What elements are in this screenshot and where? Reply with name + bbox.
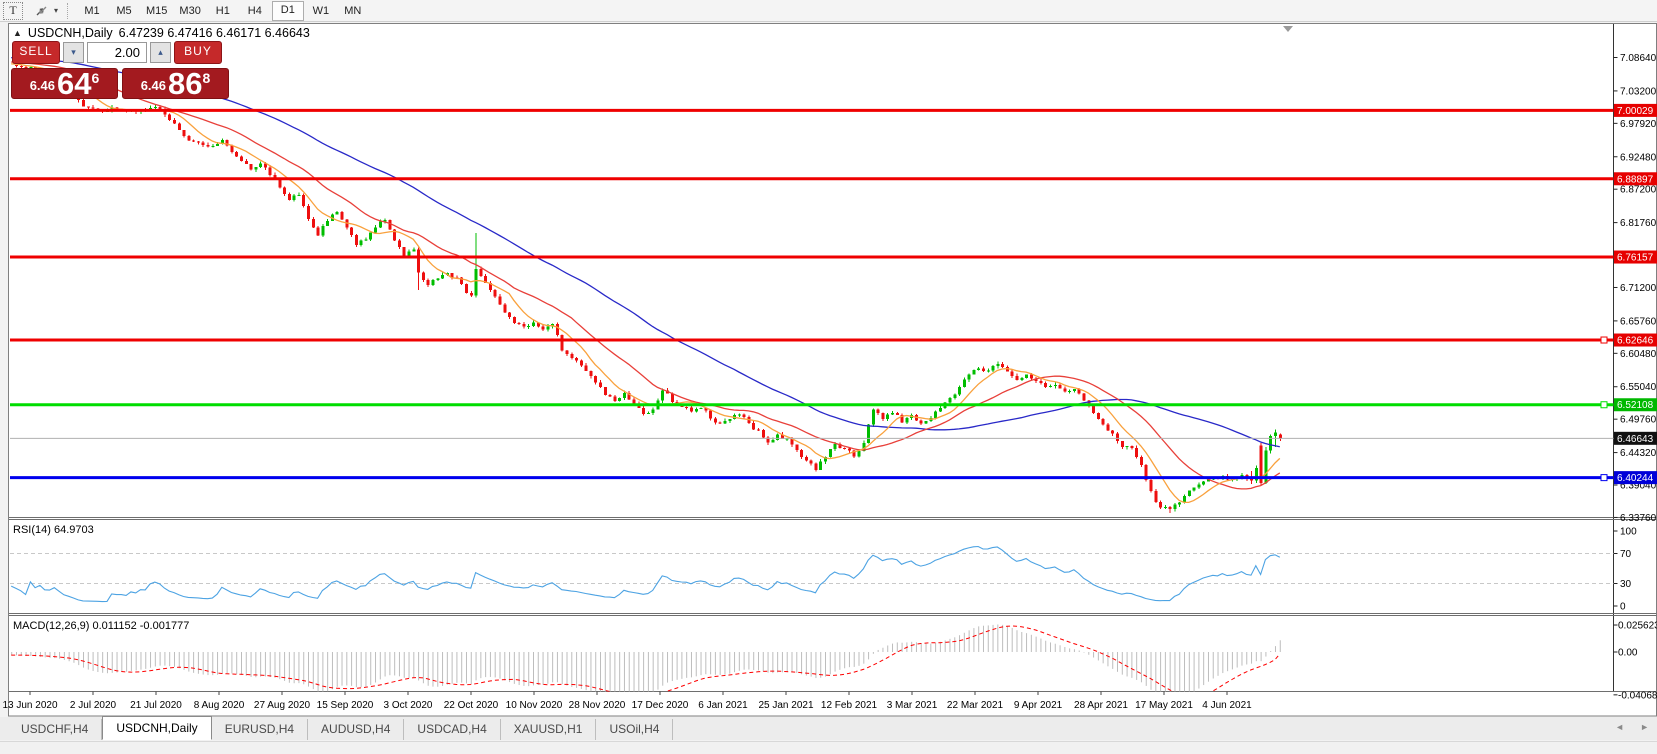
time-axis-label: 28 Nov 2020 — [569, 700, 626, 711]
volume-increase-button[interactable]: ▴ — [150, 42, 171, 63]
chart-tab-bar: USDCHF,H4 USDCNH,Daily EURUSD,H4 AUDUSD,… — [0, 717, 1657, 740]
rsi-axis-label: 70 — [1620, 549, 1632, 560]
sell-price-pip: 6 — [92, 70, 100, 86]
time-axis-label: 28 Apr 2021 — [1074, 700, 1128, 711]
tab-xauusd-h1[interactable]: XAUUSD,H1 — [501, 719, 597, 740]
time-axis-label: 17 May 2021 — [1135, 700, 1193, 711]
time-axis-label: 4 Jun 2021 — [1202, 700, 1252, 711]
chart-canvas[interactable]: 7.08640 7.03200 6.97920 6.92480 6.87200 6.817… — [0, 0, 1657, 753]
macd-axis-label: -0.040687 — [1618, 690, 1657, 701]
time-axis-label: 10 Nov 2020 — [506, 700, 563, 711]
time-axis-label: 8 Aug 2020 — [194, 700, 245, 711]
spin-up-icon: ▴ — [158, 47, 163, 57]
time-axis-label: 9 Apr 2021 — [1014, 700, 1063, 711]
buy-price-prefix: 6.46 — [141, 78, 166, 93]
level-handle[interactable] — [1601, 337, 1607, 343]
rsi-axis-label: 30 — [1620, 579, 1632, 590]
time-axis-label: 3 Mar 2021 — [887, 700, 938, 711]
price-axis-label: 6.65760 — [1620, 316, 1657, 327]
tab-usdcnh-daily[interactable]: USDCNH,Daily — [102, 716, 211, 740]
price-badge: 6.40244 — [1617, 473, 1654, 484]
price-axis-label: 6.44320 — [1620, 448, 1657, 459]
price-badge: 6.62646 — [1617, 336, 1654, 347]
time-axis-label: 27 Aug 2020 — [254, 700, 311, 711]
price-badge: 7.00029 — [1617, 106, 1654, 117]
collapse-panel-icon[interactable]: ▲ — [13, 28, 22, 38]
price-axis-label: 6.81760 — [1620, 218, 1657, 229]
price-badge: 6.52108 — [1617, 400, 1654, 411]
time-axis-label: 22 Oct 2020 — [444, 700, 499, 711]
rsi-label: RSI(14) 64.9703 — [13, 524, 94, 536]
price-badge: 6.46643 — [1617, 434, 1654, 445]
macd-label: MACD(12,26,9) 0.011152 -0.001777 — [13, 620, 189, 632]
volume-input[interactable] — [87, 42, 147, 63]
level-handle[interactable] — [1601, 402, 1607, 408]
time-axis-label: 12 Feb 2021 — [821, 700, 878, 711]
time-axis-label: 25 Jan 2021 — [758, 700, 813, 711]
time-axis-label: 21 Jul 2020 — [130, 700, 182, 711]
tab-usoil-h4[interactable]: USOil,H4 — [596, 719, 673, 740]
chart-title: ▲ USDCNH,Daily 6.47239 6.47416 6.46171 6… — [13, 26, 310, 40]
sell-price-prefix: 6.46 — [30, 78, 55, 93]
tab-audusd-h4[interactable]: AUDUSD,H4 — [308, 719, 404, 740]
buy-price-pip: 8 — [203, 70, 211, 86]
price-axis-label: 6.92480 — [1620, 152, 1657, 163]
time-axis-label: 6 Jan 2021 — [698, 700, 748, 711]
time-axis-label: 22 Mar 2021 — [947, 700, 1004, 711]
price-axis-label: 6.49760 — [1620, 415, 1657, 426]
rsi-axis-label: 0 — [1620, 602, 1626, 613]
price-axis-label: 7.03200 — [1620, 86, 1657, 97]
time-axis-label: 17 Dec 2020 — [632, 700, 689, 711]
price-axis-label: 6.87200 — [1620, 185, 1657, 196]
chart-symbol-period: USDCNH,Daily — [28, 26, 113, 40]
chart-ohlc-values: 6.47239 6.47416 6.46171 6.46643 — [119, 26, 310, 40]
buy-button[interactable]: BUY — [174, 41, 222, 64]
mt4-window: { "colors":{ "up":"#00bd00","down":"#ee0… — [0, 0, 1657, 753]
tab-usdcad-h4[interactable]: USDCAD,H4 — [404, 719, 500, 740]
tab-scroll-left-button[interactable]: ◄ — [1615, 722, 1624, 732]
price-axis-label: 7.08640 — [1620, 53, 1657, 64]
macd-axis-label: 0.025623 — [1618, 621, 1657, 632]
tab-eurusd-h4[interactable]: EURUSD,H4 — [212, 719, 308, 740]
sell-price-big: 64 — [57, 71, 91, 96]
price-axis-label: 6.55040 — [1620, 382, 1657, 393]
tab-scroll-right-button[interactable]: ► — [1640, 722, 1649, 732]
buy-price-big: 86 — [168, 71, 202, 96]
price-badge: 6.76157 — [1617, 253, 1654, 264]
time-axis-label: 3 Oct 2020 — [384, 700, 433, 711]
spin-down-icon: ▾ — [71, 47, 76, 57]
rsi-axis-label: 100 — [1620, 527, 1637, 538]
macd-axis-label: 0.00 — [1618, 648, 1638, 659]
price-axis-label: 6.71200 — [1620, 283, 1657, 294]
price-badge: 6.88897 — [1617, 174, 1654, 185]
sell-price-display[interactable]: 6.46 64 6 — [11, 68, 118, 99]
level-handle[interactable] — [1601, 475, 1607, 481]
time-axis-label: 13 Jun 2020 — [2, 700, 57, 711]
sell-button[interactable]: SELL — [12, 41, 60, 64]
time-axis-label: 2 Jul 2020 — [70, 700, 117, 711]
price-axis-label: 6.33760 — [1620, 513, 1657, 524]
price-axis-label: 6.97920 — [1620, 119, 1657, 130]
one-click-trading-panel: SELL ▾ ▴ BUY 6.46 64 6 6.46 86 8 — [11, 41, 230, 99]
status-bar — [0, 741, 1657, 754]
time-axis-label: 15 Sep 2020 — [317, 700, 374, 711]
price-axis-label: 6.60480 — [1620, 349, 1657, 360]
buy-price-display[interactable]: 6.46 86 8 — [122, 68, 229, 99]
tab-usdchf-h4[interactable]: USDCHF,H4 — [8, 719, 102, 740]
volume-decrease-button[interactable]: ▾ — [63, 42, 84, 63]
